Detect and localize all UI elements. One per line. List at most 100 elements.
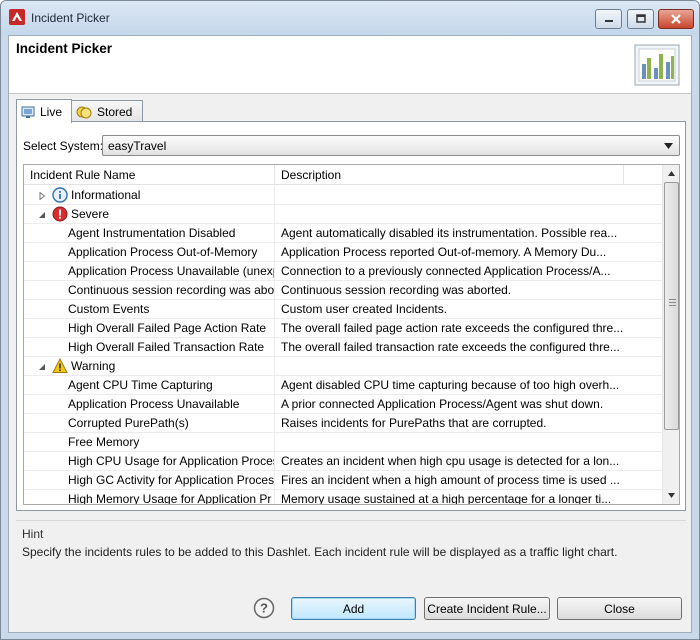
- rule-name-label: Application Process Unavailable (unexp: [68, 264, 275, 278]
- tree-group-row[interactable]: Informational: [24, 186, 662, 205]
- rule-name-label: Application Process Unavailable: [68, 397, 240, 411]
- rule-name-label: Free Memory: [68, 435, 140, 449]
- table-row[interactable]: Application Process Unavailable A prior c…: [24, 395, 662, 414]
- info-icon: [52, 187, 68, 205]
- rule-name-cell: Corrupted PurePath(s): [24, 414, 275, 433]
- rule-description-cell: Agent automatically disabled its instrum…: [281, 226, 618, 240]
- tree-group-row[interactable]: Warning: [24, 357, 662, 376]
- table-body: Informational Severe Agent Instrumentation…: [24, 186, 662, 505]
- select-system-label: Select System:: [23, 139, 104, 153]
- maximize-button[interactable]: [627, 9, 654, 29]
- collapsed-arrow-icon[interactable]: [38, 192, 46, 200]
- help-icon[interactable]: ?: [253, 597, 275, 619]
- table-header: Incident Rule Name Description: [24, 165, 662, 185]
- window-title: Incident Picker: [31, 11, 110, 25]
- rule-name-label: Continuous session recording was abor: [68, 283, 275, 297]
- title-bar[interactable]: Incident Picker: [1, 1, 699, 35]
- scroll-up-button[interactable]: [663, 165, 679, 182]
- rule-name-label: High CPU Usage for Application Proces: [68, 454, 275, 468]
- rule-name-cell: Free Memory: [24, 433, 275, 452]
- scroll-down-icon: [668, 493, 675, 498]
- vertical-scrollbar[interactable]: [662, 165, 679, 504]
- table-row[interactable]: High Overall Failed Page Action Rate The …: [24, 319, 662, 338]
- table-row[interactable]: Application Process Out-of-Memory Applica…: [24, 243, 662, 262]
- app-logo-icon: [9, 9, 25, 25]
- table-row[interactable]: Custom Events Custom user created Inciden…: [24, 300, 662, 319]
- error-icon: [52, 206, 68, 224]
- rule-name-cell: Continuous session recording was abor: [24, 281, 275, 300]
- rule-name-label: Agent Instrumentation Disabled: [68, 226, 236, 240]
- rule-description-cell: Continuous session recording was aborted…: [281, 283, 512, 297]
- rule-name-label: Application Process Out-of-Memory: [68, 245, 258, 259]
- rule-description-cell: The overall failed page action rate exce…: [281, 321, 623, 335]
- tab-stored[interactable]: Stored: [71, 100, 143, 122]
- rule-description-cell: [275, 357, 623, 376]
- table-row[interactable]: Agent Instrumentation Disabled Agent auto…: [24, 224, 662, 243]
- warning-icon: [52, 357, 68, 376]
- rule-name-label: Corrupted PurePath(s): [68, 416, 189, 430]
- rule-name-cell: High GC Activity for Application Proces: [24, 471, 275, 490]
- table-row[interactable]: Corrupted PurePath(s) Raises incidents fo…: [24, 414, 662, 433]
- separator: [16, 520, 686, 521]
- rule-description-cell: Raises incidents for PurePaths that are …: [281, 416, 547, 430]
- rule-name-label: Agent CPU Time Capturing: [68, 378, 213, 392]
- grip-line: [669, 305, 676, 306]
- group-label: Informational: [71, 188, 141, 202]
- system-select-value: easyTravel: [108, 139, 167, 153]
- rule-name-cell: Custom Events: [24, 300, 275, 319]
- rule-name-cell: High CPU Usage for Application Proces: [24, 452, 275, 471]
- rule-name-cell: Application Process Unavailable (unexp: [24, 262, 275, 281]
- table-row[interactable]: High Memory Usage for Application Pr Memo…: [24, 490, 662, 505]
- live-tab-panel: Select System: easyTravel Incident Rule …: [16, 121, 686, 511]
- rule-description-cell: [275, 205, 623, 224]
- rule-description-cell: The overall failed transaction rate exce…: [281, 340, 620, 354]
- group-label: Severe: [71, 207, 110, 221]
- rule-description-cell: A prior connected Application Process/Ag…: [281, 397, 604, 411]
- rule-name-label: High GC Activity for Application Proces: [68, 473, 275, 487]
- table-row[interactable]: Free Memory: [24, 433, 662, 452]
- rule-name-cell: High Overall Failed Transaction Rate: [24, 338, 275, 357]
- scroll-up-icon: [668, 171, 675, 176]
- close-button[interactable]: Close: [557, 597, 682, 620]
- close-window-button[interactable]: [658, 9, 694, 29]
- group-label: Warning: [71, 359, 116, 373]
- tab-live-label: Live: [40, 104, 63, 119]
- expanded-arrow-icon[interactable]: [38, 211, 46, 219]
- add-button[interactable]: Add: [291, 597, 416, 620]
- rule-description-cell: Connection to a previously connected App…: [281, 264, 611, 278]
- table-row[interactable]: High GC Activity for Application Proces F…: [24, 471, 662, 490]
- rule-name-cell: Severe: [24, 205, 275, 224]
- tab-live[interactable]: Live: [16, 99, 72, 123]
- expanded-arrow-icon[interactable]: [38, 363, 46, 371]
- table-row[interactable]: High Overall Failed Transaction Rate The …: [24, 338, 662, 357]
- dialog-window: Incident Picker Incident Picker Live Sto…: [0, 0, 700, 640]
- rule-description-cell: Creates an incident when high cpu usage …: [281, 454, 620, 468]
- minimize-button[interactable]: [595, 9, 622, 29]
- scrollbar-thumb[interactable]: [664, 182, 679, 430]
- table-row[interactable]: Agent CPU Time Capturing Agent disabled C…: [24, 376, 662, 395]
- rule-description-cell: Agent disabled CPU time capturing becaus…: [281, 378, 620, 392]
- live-tab-icon: [21, 106, 35, 118]
- table-row[interactable]: Continuous session recording was abor Con…: [24, 281, 662, 300]
- grip-line: [669, 302, 676, 303]
- stored-tab-icon: [76, 106, 92, 118]
- system-select[interactable]: easyTravel: [102, 135, 680, 156]
- table-row[interactable]: Application Process Unavailable (unexp Co…: [24, 262, 662, 281]
- rule-name-cell: Agent Instrumentation Disabled: [24, 224, 275, 243]
- rule-name-cell: Informational: [24, 186, 275, 205]
- banner-title: Incident Picker: [16, 41, 113, 56]
- table-row[interactable]: High CPU Usage for Application Proces Cre…: [24, 452, 662, 471]
- scroll-down-button[interactable]: [663, 487, 679, 504]
- hint-title: Hint: [22, 527, 44, 541]
- close-icon: [671, 14, 681, 24]
- rule-description-cell: Memory usage sustained at a high percent…: [281, 492, 612, 505]
- maximize-icon: [635, 14, 646, 23]
- hint-text: Specify the incidents rules to be added …: [22, 545, 618, 559]
- tree-group-row[interactable]: Severe: [24, 205, 662, 224]
- column-header-description[interactable]: Description: [275, 165, 624, 185]
- rule-name-cell: Application Process Out-of-Memory: [24, 243, 275, 262]
- minimize-icon: [604, 20, 613, 22]
- create-incident-rule-button[interactable]: Create Incident Rule...: [424, 597, 550, 620]
- column-header-name[interactable]: Incident Rule Name: [24, 165, 275, 185]
- incident-rule-table: Incident Rule Name Description Informati…: [23, 164, 680, 505]
